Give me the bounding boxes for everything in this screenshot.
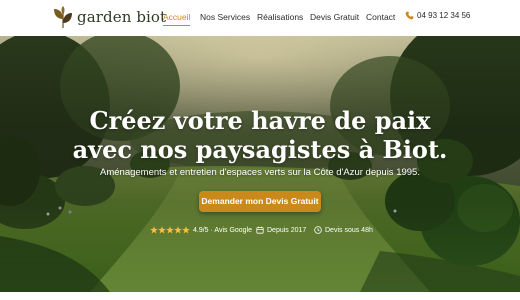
hero-section: Créez votre havre de paix avec nos paysa… xyxy=(0,36,520,292)
star-icon xyxy=(150,226,158,234)
rating-text: 4.9/5 · Avis Google xyxy=(193,226,253,234)
request-quote-button[interactable]: Demander mon Devis Gratuit xyxy=(199,191,321,212)
nav-item-services[interactable]: Nos Services xyxy=(200,12,250,22)
quote-delay-badge: Devis sous 48h xyxy=(314,226,373,234)
phone-icon xyxy=(405,11,414,20)
nav-item-devis[interactable]: Devis Gratuit xyxy=(310,12,359,22)
rating-stars xyxy=(150,226,190,234)
site-header: garden biot Accueil Nos Services Réalisa… xyxy=(0,0,520,36)
hero-title-line-1: Créez votre havre de paix xyxy=(89,106,431,135)
next-section-edge xyxy=(0,292,520,300)
star-icon xyxy=(182,226,190,234)
phone-number: 04 93 12 34 56 xyxy=(417,11,471,20)
since-text: Depuis 2017 xyxy=(267,226,307,234)
quote-delay-text: Devis sous 48h xyxy=(325,226,373,234)
star-icon xyxy=(174,226,182,234)
star-icon xyxy=(166,226,174,234)
hero-title: Créez votre havre de paix avec nos paysa… xyxy=(0,106,520,164)
nav-item-accueil[interactable]: Accueil xyxy=(163,12,191,26)
trust-badges: 4.9/5 · Avis Google Depuis 2017 Devis so… xyxy=(0,226,520,238)
since-badge: Depuis 2017 xyxy=(256,226,306,234)
hero-subtitle: Aménagements et entretien d'espaces vert… xyxy=(100,167,420,178)
phone-link[interactable]: 04 93 12 34 56 xyxy=(405,11,470,20)
calendar-icon xyxy=(256,226,264,234)
clock-icon xyxy=(314,226,322,234)
hero-overlay xyxy=(0,36,520,292)
hero-title-line-2: avec nos paysagistes à Biot. xyxy=(72,135,448,164)
star-icon xyxy=(158,226,166,234)
nav-item-realisations[interactable]: Réalisations xyxy=(257,12,303,22)
nav-item-contact[interactable]: Contact xyxy=(366,12,395,22)
rating-badge: 4.9/5 · Avis Google xyxy=(150,226,252,234)
